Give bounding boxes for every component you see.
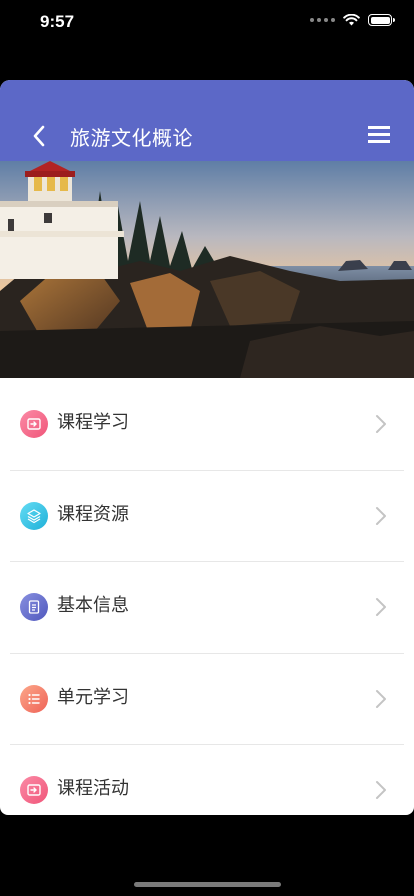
menu-item-label: 课程资源 [57,503,129,525]
chevron-right-icon [376,781,386,799]
folder-arrow-icon [20,776,48,804]
signal-icon [310,18,335,22]
document-icon [20,593,48,621]
list-icon [20,684,48,713]
chevron-right-icon [376,506,386,525]
status-icons [310,14,395,26]
menu-item-course-learning[interactable]: 课程学习 [0,378,414,470]
page-sheet: 旅游文化概论 课程学习 课程资源 基本信息 单元学习 课程活动 [0,80,414,815]
menu-item-course-resources[interactable]: 课程资源 [0,469,414,562]
hero-image [0,161,414,378]
menu-item-label: 单元学习 [57,686,129,708]
chevron-right-icon [376,689,386,708]
menu-item-label: 课程学习 [57,412,129,433]
layers-icon [20,501,48,530]
menu-item-basic-info[interactable]: 基本信息 [0,561,414,653]
menu-item-course-activities[interactable]: 课程活动 [0,744,414,815]
status-bar: 9:57 [0,0,414,48]
menu-item-label: 基本信息 [57,595,129,616]
navigation-bar: 旅游文化概论 [0,80,414,161]
menu-item-unit-learning[interactable]: 单元学习 [0,652,414,745]
page-title: 旅游文化概论 [70,126,193,150]
menu-button[interactable] [368,126,390,144]
battery-icon [368,14,395,26]
status-time: 9:57 [40,12,75,31]
menu-list: 课程学习 课程资源 基本信息 单元学习 课程活动 [0,378,414,815]
home-indicator[interactable] [134,882,281,887]
chevron-right-icon [376,598,386,616]
wifi-icon [343,14,360,26]
back-button[interactable] [28,124,52,148]
menu-item-label: 课程活动 [57,778,129,799]
chevron-right-icon [376,415,386,433]
folder-arrow-icon [20,410,48,438]
